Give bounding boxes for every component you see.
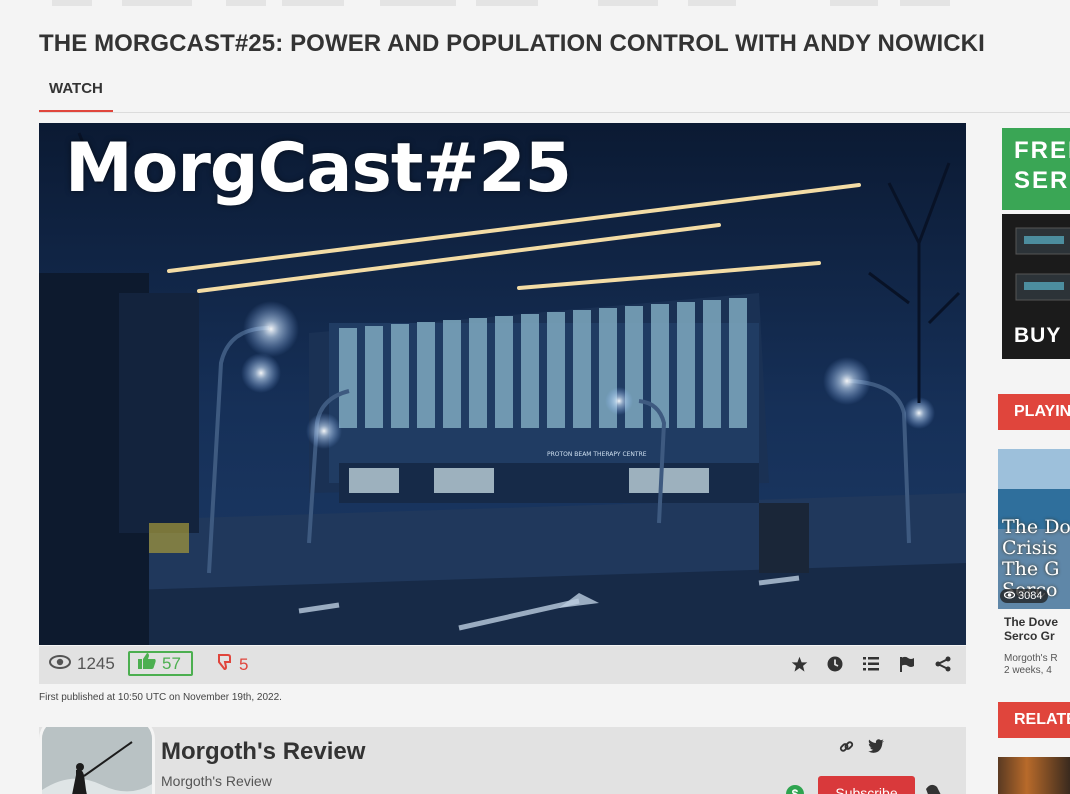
list-icon[interactable] — [862, 655, 880, 673]
nav-fragment — [122, 0, 192, 6]
next-video-title[interactable]: The Dove Serco Gr — [1004, 615, 1070, 643]
nav-fragment — [688, 0, 736, 6]
eye-icon — [49, 654, 71, 674]
eye-icon — [1003, 590, 1016, 602]
next-video-meta: Morgoth's R 2 weeks, 4 — [1004, 653, 1070, 677]
next-video-title-line1: The Dove — [1004, 615, 1059, 629]
nav-fragment — [380, 0, 456, 6]
video-overlay-title: MorgCast#25 — [65, 129, 572, 208]
like-button[interactable]: 57 — [128, 651, 193, 676]
thumbs-up-icon — [138, 653, 156, 674]
building-sign: PROTON BEAM THERAPY CENTRE — [547, 451, 647, 458]
thumbs-down-icon — [216, 654, 232, 675]
dislike-count: 5 — [239, 654, 249, 674]
dislike-button[interactable]: 5 — [216, 654, 248, 675]
nav-fragment — [476, 0, 538, 6]
nav-fragment — [282, 0, 344, 6]
twitter-icon[interactable] — [868, 739, 884, 754]
nav-fragment — [52, 0, 92, 6]
nav-fragment — [900, 0, 950, 6]
star-icon[interactable] — [790, 655, 808, 673]
next-video-age: 2 weeks, 4 — [1004, 665, 1052, 676]
ad-cta: BUY — [1014, 324, 1062, 347]
next-video-thumbnail[interactable]: The Do Crisis The G Serco 3084 — [998, 449, 1070, 609]
clock-icon[interactable] — [826, 655, 844, 673]
tab-watch[interactable]: WATCH — [39, 78, 113, 112]
tip-icon[interactable]: $ — [786, 785, 804, 794]
top-nav-strip — [0, 0, 1070, 8]
ad-headline: FREE SER — [1002, 128, 1070, 210]
link-icon[interactable] — [839, 739, 854, 754]
video-stats-bar: 1245 57 5 — [39, 646, 966, 684]
next-video-view-count: 3084 — [1018, 590, 1043, 602]
video-player[interactable]: PROTON BEAM THERAPY CENTRE MorgCast#25 — [39, 123, 966, 645]
share-icon[interactable] — [934, 655, 952, 673]
channel-avatar[interactable] — [39, 727, 155, 794]
next-video-channel[interactable]: Morgoth's R — [1004, 653, 1070, 665]
tab-bar: WATCH — [39, 78, 1070, 113]
next-video-title-line2: Serco Gr — [1004, 629, 1055, 643]
related-header: RELATED — [998, 702, 1070, 738]
server-rack-icon — [1015, 227, 1070, 301]
flag-icon[interactable] — [898, 655, 916, 673]
nav-fragment — [598, 0, 658, 6]
view-count: 1245 — [49, 654, 115, 674]
subscribe-button[interactable]: Subscribe — [818, 776, 915, 794]
published-date: First published at 10:50 UTC on November… — [39, 692, 282, 703]
view-count-value: 1245 — [77, 654, 115, 673]
sidebar-ad[interactable]: FREE SER BUY — [1002, 128, 1070, 359]
nav-fragment — [226, 0, 266, 6]
related-video-thumbnail[interactable] — [998, 757, 1070, 794]
channel-box: Morgoth's Review Morgoth's Review $ Subs… — [39, 727, 966, 794]
channel-name[interactable]: Morgoth's Review — [161, 738, 365, 766]
ad-image: BUY — [1002, 214, 1070, 359]
notification-bell-icon[interactable] — [923, 783, 943, 794]
nav-fragment — [830, 0, 878, 6]
like-count: 57 — [162, 653, 181, 673]
next-video-views: 3084 — [1000, 589, 1049, 603]
playing-next-header: PLAYING NEXT — [998, 394, 1070, 430]
page-title: THE MORGCAST#25: POWER AND POPULATION CO… — [39, 30, 985, 57]
channel-links — [839, 739, 884, 754]
video-actions — [790, 655, 952, 673]
channel-subtitle: Morgoth's Review — [161, 773, 272, 789]
